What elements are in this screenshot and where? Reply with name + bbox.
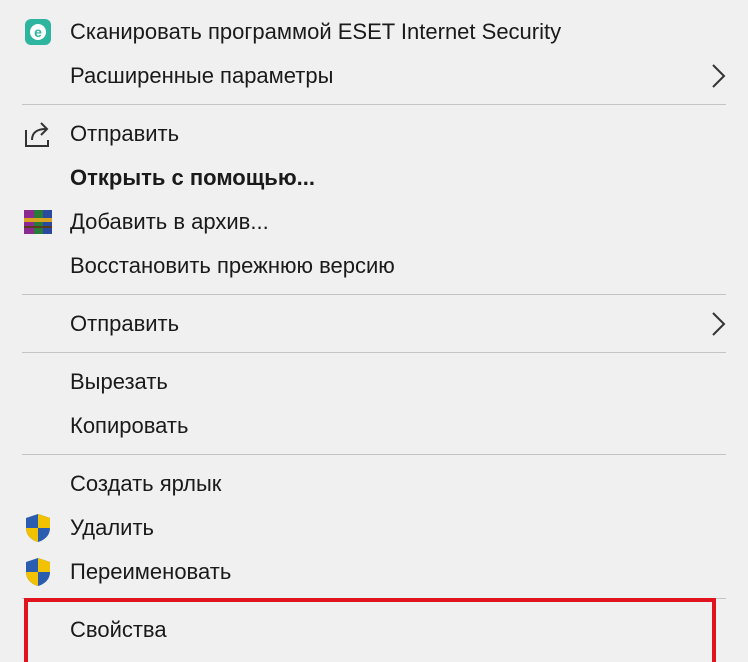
separator bbox=[22, 454, 726, 455]
menu-item-label: Восстановить прежнюю версию bbox=[70, 253, 395, 278]
separator bbox=[22, 352, 726, 353]
menu-item-label: Вырезать bbox=[70, 369, 168, 394]
highlight-box bbox=[24, 598, 716, 662]
menu-item-label: Отправить bbox=[70, 311, 180, 336]
menu-item-label: Открыть с помощью... bbox=[70, 165, 315, 190]
menu-item-restore-previous-version[interactable]: Восстановить прежнюю версию bbox=[0, 246, 748, 286]
eset-icon: e bbox=[22, 16, 54, 48]
menu-item-label: Сканировать программой ESET Internet Sec… bbox=[70, 19, 562, 44]
menu-item-label: Отправить bbox=[70, 121, 180, 146]
menu-item-send-to[interactable]: Отправить bbox=[0, 304, 748, 344]
menu-item-create-shortcut[interactable]: Создать ярлык bbox=[0, 464, 748, 504]
menu-item-label: Переименовать bbox=[70, 559, 232, 584]
context-menu: e Сканировать программой ESET Internet S… bbox=[0, 0, 748, 662]
menu-item-open-with[interactable]: Открыть с помощью... bbox=[0, 158, 748, 198]
share-icon bbox=[22, 118, 54, 150]
menu-item-label: Добавить в архив... bbox=[70, 209, 269, 234]
menu-item-label: Расширенные параметры bbox=[70, 63, 334, 88]
chevron-right-icon bbox=[712, 312, 726, 336]
chevron-right-icon bbox=[712, 64, 726, 88]
svg-text:e: e bbox=[34, 24, 42, 40]
menu-item-copy[interactable]: Копировать bbox=[0, 406, 748, 446]
menu-item-cut[interactable]: Вырезать bbox=[0, 362, 748, 402]
separator bbox=[22, 294, 726, 295]
winrar-icon bbox=[22, 206, 54, 238]
menu-item-eset-scan[interactable]: e Сканировать программой ESET Internet S… bbox=[0, 12, 748, 52]
menu-item-rename[interactable]: Переименовать bbox=[0, 552, 748, 592]
menu-item-label: Удалить bbox=[70, 515, 154, 540]
menu-item-share[interactable]: Отправить bbox=[0, 114, 748, 154]
menu-item-advanced-params[interactable]: Расширенные параметры bbox=[0, 56, 748, 96]
menu-item-label: Создать ярлык bbox=[70, 471, 222, 496]
menu-item-delete[interactable]: Удалить bbox=[0, 508, 748, 548]
menu-item-add-to-archive[interactable]: Добавить в архив... bbox=[0, 202, 748, 242]
separator bbox=[22, 104, 726, 105]
uac-shield-icon bbox=[22, 556, 54, 588]
menu-item-label: Копировать bbox=[70, 413, 189, 438]
uac-shield-icon bbox=[22, 512, 54, 544]
